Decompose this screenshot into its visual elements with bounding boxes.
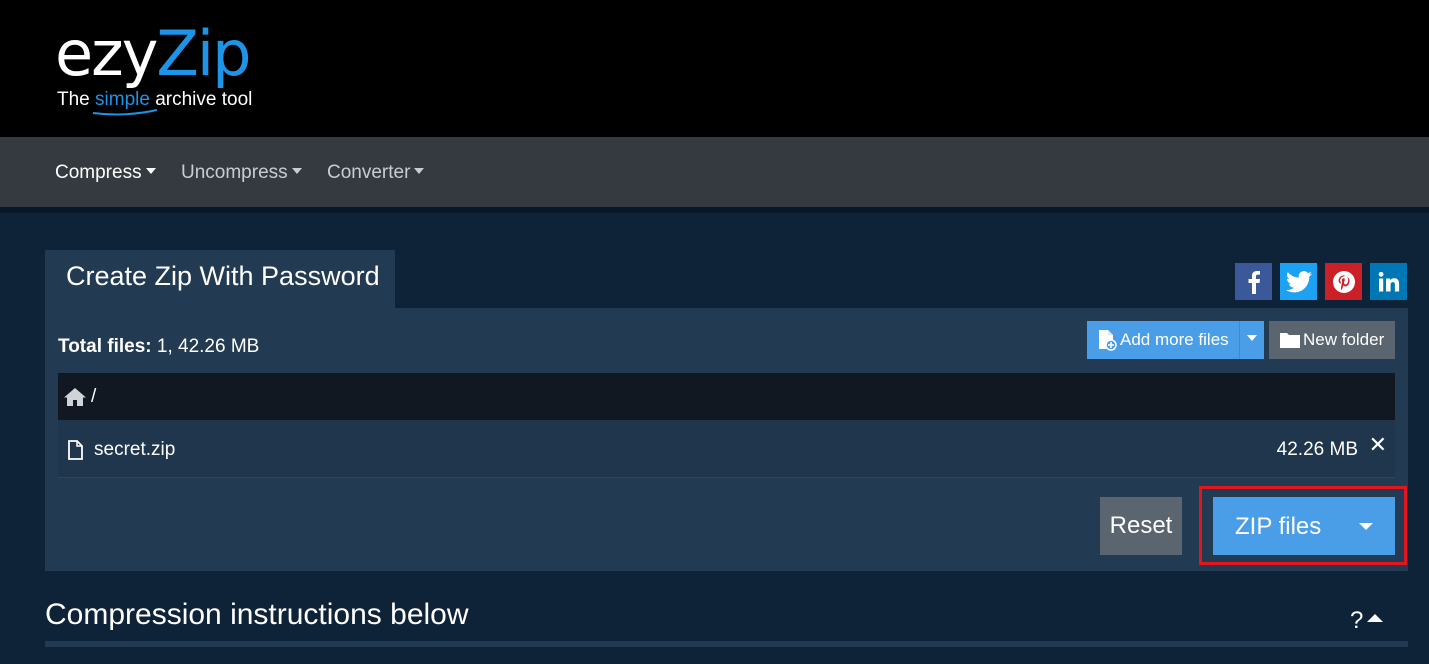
tagline-highlight: simple — [95, 89, 150, 110]
nav-compress-label: Compress — [55, 162, 142, 183]
help-question-icon: ? — [1350, 607, 1364, 634]
total-files-value: 1, 42.26 MB — [151, 336, 260, 357]
logo-swoosh-icon — [92, 109, 158, 116]
nav-converter[interactable]: Converter — [327, 162, 425, 184]
home-icon[interactable] — [63, 387, 87, 407]
twitter-icon — [1285, 270, 1312, 292]
nav-divider — [0, 207, 1429, 213]
ezyzip-logo[interactable]: ezyZip The simple archive tool — [55, 18, 275, 118]
total-files-label: Total files: — [58, 336, 152, 357]
folder-icon — [1280, 333, 1300, 348]
pinterest-icon — [1332, 270, 1355, 293]
tool-tab[interactable]: Create Zip With Password — [45, 250, 395, 308]
caret-down-icon — [145, 167, 156, 174]
zip-files-button[interactable]: ZIP files — [1213, 497, 1395, 555]
file-icon — [68, 440, 83, 460]
add-file-icon — [1099, 330, 1117, 351]
total-files-summary: Total files: 1, 42.26 MB — [58, 336, 259, 358]
instructions-heading: Compression instructions below — [45, 598, 469, 631]
breadcrumb: / — [58, 373, 1395, 420]
nav-compress[interactable]: Compress — [55, 162, 156, 184]
breadcrumb-path: / — [91, 385, 97, 407]
file-name: secret.zip — [94, 439, 176, 460]
instructions-help-toggle[interactable]: ? — [1350, 607, 1384, 635]
add-more-files-button[interactable]: Add more files — [1087, 321, 1239, 359]
tool-tab-title: Create Zip With Password — [66, 261, 380, 291]
nav-converter-label: Converter — [327, 162, 411, 183]
twitter-share-button[interactable] — [1280, 263, 1317, 300]
caret-up-icon — [1367, 613, 1384, 622]
linkedin-share-button[interactable] — [1370, 263, 1407, 300]
new-folder-button[interactable]: New folder — [1269, 321, 1395, 359]
tagline-post: archive tool — [149, 89, 253, 110]
logo-word-ezy: ezy — [55, 17, 158, 90]
main-nav: Compress Uncompress Converter — [0, 137, 1429, 207]
logo-word-zip: Zip — [156, 17, 251, 90]
add-more-files-label: Add more files — [1120, 330, 1229, 349]
file-size: 42.26 MB — [1276, 439, 1358, 460]
new-folder-label: New folder — [1303, 330, 1385, 349]
instructions-divider — [45, 641, 1408, 647]
zip-files-label: ZIP files — [1235, 513, 1322, 540]
facebook-share-button[interactable] — [1235, 263, 1272, 300]
caret-down-icon — [414, 167, 425, 174]
nav-uncompress-label: Uncompress — [181, 162, 288, 183]
files-panel: Total files: 1, 42.26 MB Add more files … — [45, 308, 1408, 571]
site-header: ezyZip The simple archive tool — [0, 0, 1429, 137]
caret-down-icon — [291, 167, 302, 174]
facebook-icon — [1248, 270, 1260, 294]
pinterest-share-button[interactable] — [1325, 263, 1362, 300]
caret-down-icon[interactable] — [1359, 523, 1373, 530]
tagline-pre: The — [57, 89, 96, 110]
remove-file-close-icon[interactable]: ✕ — [1369, 432, 1387, 458]
reset-button[interactable]: Reset — [1100, 497, 1182, 555]
linkedin-icon — [1378, 271, 1399, 291]
caret-down-icon — [1247, 335, 1257, 341]
logo-wordmark: ezyZip — [55, 17, 251, 90]
nav-uncompress[interactable]: Uncompress — [181, 162, 302, 184]
add-files-dropdown-toggle[interactable] — [1239, 321, 1264, 359]
file-list-item[interactable]: secret.zip 42.26 MB ✕ — [58, 420, 1395, 478]
